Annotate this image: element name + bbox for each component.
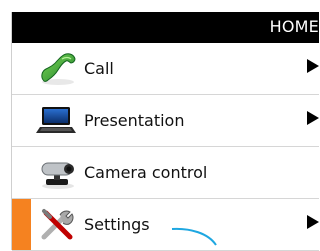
annotation-curve <box>171 227 217 246</box>
